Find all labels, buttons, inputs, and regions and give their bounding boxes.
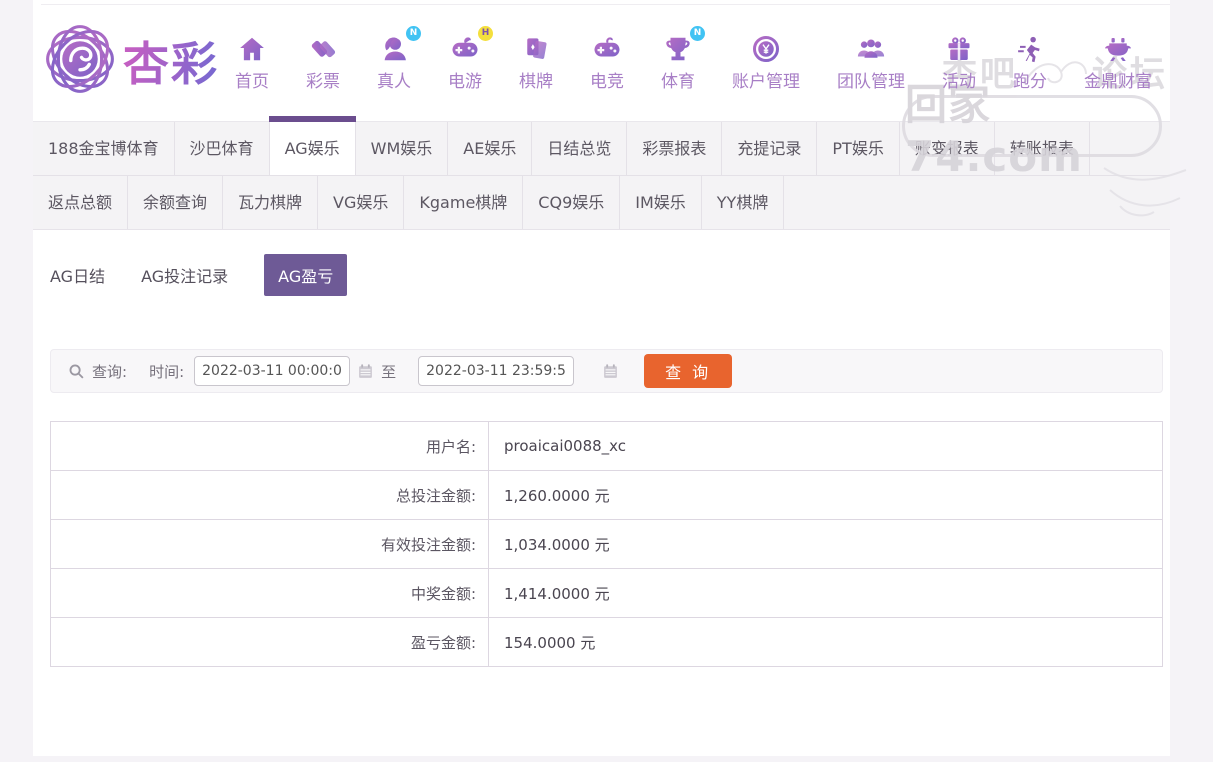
search-icon — [68, 363, 85, 380]
cards-icon — [521, 30, 551, 64]
row-label: 用户名: — [50, 421, 489, 471]
table-row-total-bet: 总投注金额: 1,260.0000 元 — [50, 470, 1163, 520]
tab-wm-entertainment[interactable]: WM娱乐 — [356, 122, 449, 175]
nav-item-slots[interactable]: H 电游 — [448, 25, 493, 92]
table-row-username: 用户名: proaicai0088_xc — [50, 421, 1163, 471]
tab-wali-cards[interactable]: 瓦力棋牌 — [223, 176, 319, 229]
calendar-icon[interactable] — [357, 363, 374, 380]
report-tabs-row1: 188金宝博体育 沙巴体育 AG娱乐 WM娱乐 AE娱乐 日结总览 彩票报表 充… — [33, 116, 1170, 176]
tab-im-entertainment[interactable]: IM娱乐 — [620, 176, 702, 229]
nav-item-paofen[interactable]: 跑分 — [1013, 30, 1047, 92]
nav-item-home[interactable]: 首页 — [235, 30, 269, 92]
tab-kgame-cards[interactable]: Kgame棋牌 — [404, 176, 524, 229]
subtab-ag-profit-loss[interactable]: AG盈亏 — [264, 254, 348, 296]
row-value: 1,260.0000 元 — [488, 470, 1163, 520]
subtab-ag-bet-records[interactable]: AG投注记录 — [141, 263, 228, 287]
start-datetime-input[interactable] — [194, 356, 351, 386]
tab-shaba-sports[interactable]: 沙巴体育 — [175, 122, 270, 175]
brand-rosette-icon — [43, 22, 117, 100]
nav-item-team-management[interactable]: 团队管理 — [837, 30, 905, 92]
profit-loss-table: 用户名: proaicai0088_xc 总投注金额: 1,260.0000 元… — [50, 421, 1163, 667]
main-nav: 首页 彩票 N 真人 H 电游 棋牌 电竞 N 体育 账户管理 团队管理 活动 … — [235, 25, 1152, 92]
nav-item-account-management[interactable]: 账户管理 — [732, 30, 800, 92]
tab-transfer-report[interactable]: 转账报表 — [995, 122, 1090, 175]
tab-vg-entertainment[interactable]: VG娱乐 — [318, 176, 405, 229]
query-label: 查询: — [92, 362, 128, 381]
table-row-profit-loss: 盈亏金额: 154.0000 元 — [50, 617, 1163, 667]
brand-name: 杏彩 — [123, 28, 219, 94]
treasure-ding-icon — [1103, 30, 1133, 64]
row-value: proaicai0088_xc — [488, 421, 1163, 471]
new-badge: N — [690, 25, 705, 41]
nav-item-sports[interactable]: N 体育 — [661, 25, 705, 92]
hot-badge: H — [478, 25, 493, 41]
tab-ag-entertainment[interactable]: AG娱乐 — [268, 116, 356, 175]
team-icon — [855, 30, 887, 64]
esports-gamepad-icon — [591, 30, 623, 64]
tab-ae-entertainment[interactable]: AE娱乐 — [448, 122, 533, 175]
table-row-winnings: 中奖金额: 1,414.0000 元 — [50, 568, 1163, 618]
page-content: 杏彩 首页 彩票 N 真人 H 电游 棋牌 电竞 N 体育 账户管理 团队管理 … — [33, 0, 1170, 756]
row-label: 总投注金额: — [50, 470, 489, 520]
row-value: 1,414.0000 元 — [488, 568, 1163, 618]
row-label: 有效投注金额: — [50, 519, 489, 569]
slots-gamepad-icon: H — [449, 25, 493, 64]
tab-pt-entertainment[interactable]: PT娱乐 — [817, 122, 900, 175]
home-icon — [237, 30, 267, 64]
lottery-tickets-icon — [308, 30, 338, 64]
end-datetime-input[interactable] — [418, 356, 575, 386]
nav-item-esports[interactable]: 电竞 — [590, 30, 624, 92]
nav-item-golden-wealth[interactable]: 金鼎财富 — [1084, 30, 1152, 92]
table-row-valid-bet: 有效投注金额: 1,034.0000 元 — [50, 519, 1163, 569]
tab-deposit-withdraw-records[interactable]: 充提记录 — [722, 122, 818, 175]
account-coin-icon — [751, 30, 781, 64]
live-dealer-icon: N — [379, 25, 421, 64]
tab-cq9-entertainment[interactable]: CQ9娱乐 — [523, 176, 621, 229]
row-value: 1,034.0000 元 — [488, 519, 1163, 569]
query-button[interactable]: 查 询 — [644, 354, 733, 388]
calendar-icon[interactable] — [602, 363, 619, 380]
top-nav-bar: 杏彩 首页 彩票 N 真人 H 电游 棋牌 电竞 N 体育 账户管理 团队管理 … — [33, 0, 1170, 121]
report-tabs: 188金宝博体育 沙巴体育 AG娱乐 WM娱乐 AE娱乐 日结总览 彩票报表 充… — [33, 116, 1170, 230]
gift-icon — [945, 30, 973, 64]
row-value: 154.0000 元 — [488, 617, 1163, 667]
report-tabs-row2: 返点总额 余额查询 瓦力棋牌 VG娱乐 Kgame棋牌 CQ9娱乐 IM娱乐 Y… — [33, 176, 1170, 229]
query-panel: 查询: 时间: 至 查 询 — [50, 349, 1163, 393]
new-badge: N — [406, 25, 421, 41]
tab-lottery-report[interactable]: 彩票报表 — [627, 122, 723, 175]
nav-item-promotions[interactable]: 活动 — [942, 30, 976, 92]
tab-daily-summary[interactable]: 日结总览 — [532, 122, 628, 175]
nav-item-lottery[interactable]: 彩票 — [306, 30, 340, 92]
runner-icon — [1015, 30, 1045, 64]
ag-subtabs: AG日结 AG投注记录 AG盈亏 — [33, 230, 1170, 296]
subtab-ag-daily[interactable]: AG日结 — [50, 263, 105, 287]
brand-logo[interactable]: 杏彩 — [43, 22, 219, 100]
tab-balance-query[interactable]: 余额查询 — [128, 176, 224, 229]
time-label: 时间: — [149, 362, 185, 381]
nav-item-live[interactable]: N 真人 — [377, 25, 421, 92]
tab-account-change-report[interactable]: 账变报表 — [900, 122, 995, 175]
sports-trophy-icon: N — [663, 25, 705, 64]
nav-item-cards[interactable]: 棋牌 — [519, 30, 553, 92]
to-label: 至 — [381, 362, 397, 381]
row-label: 盈亏金额: — [50, 617, 489, 667]
tab-yy-cards[interactable]: YY棋牌 — [702, 176, 785, 229]
tab-rebate-total[interactable]: 返点总额 — [33, 176, 129, 229]
tab-188-sports[interactable]: 188金宝博体育 — [33, 122, 175, 175]
row-label: 中奖金额: — [50, 568, 489, 618]
